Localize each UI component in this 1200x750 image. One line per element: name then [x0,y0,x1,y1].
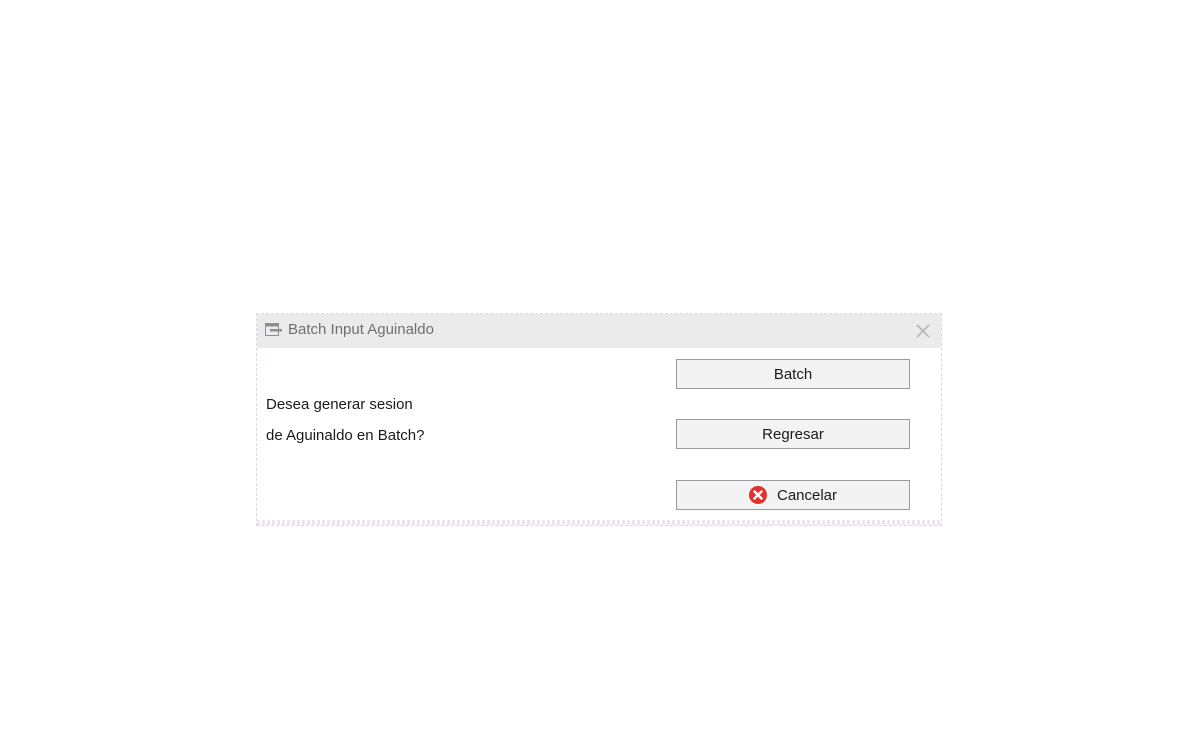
close-icon[interactable] [913,321,933,341]
cancelar-button-label: Cancelar [776,486,838,504]
dialog-content: Desea generar sesion de Aguinaldo en Bat… [257,348,941,520]
dialog-title: Batch Input Aguinaldo [288,321,434,338]
window-icon [265,323,283,337]
regresar-button-label: Regresar [762,425,824,443]
dialog-titlebar[interactable]: Batch Input Aguinaldo [257,314,941,348]
message-line-1: Desea generar sesion [266,396,413,413]
dialog-bottom-border [257,520,941,525]
message-line-2: de Aguinaldo en Batch? [266,427,425,444]
batch-input-dialog: Batch Input Aguinaldo Desea generar sesi… [256,313,942,526]
regresar-button[interactable]: Regresar [676,419,910,449]
batch-button-label: Batch [773,365,813,383]
batch-button[interactable]: Batch [676,359,910,389]
cancel-circle-icon [748,486,767,504]
cancelar-button[interactable]: Cancelar [676,480,910,510]
